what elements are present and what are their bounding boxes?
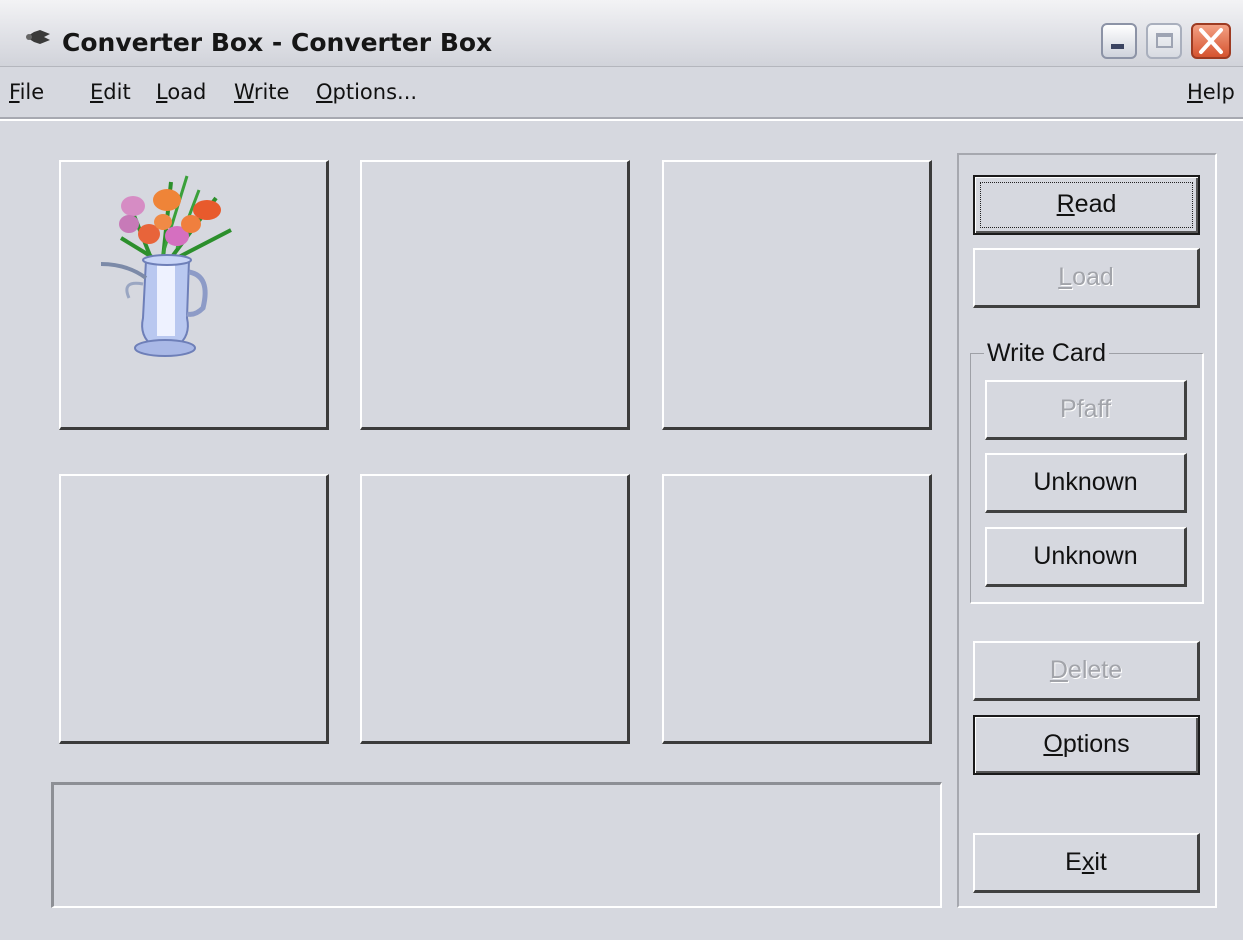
delete-accel: D: [1049, 656, 1068, 684]
menu-load-accel: L: [156, 80, 168, 104]
load-button[interactable]: Load: [973, 248, 1200, 308]
minimize-button[interactable]: [1101, 23, 1137, 59]
menu-bar: File Edit Load Write Options... Help: [0, 67, 1243, 119]
menu-write[interactable]: Write: [234, 80, 289, 104]
title-bar[interactable]: Converter Box - Converter Box: [0, 0, 1243, 67]
read-button[interactable]: Read: [973, 175, 1200, 235]
design-slot-6[interactable]: [662, 474, 932, 744]
pfaff-button[interactable]: Pfaff: [985, 380, 1187, 440]
menu-help[interactable]: Help: [1187, 80, 1235, 104]
menu-file-accel: F: [9, 80, 20, 104]
menu-load-label: oad: [167, 80, 207, 104]
menu-file[interactable]: File: [9, 80, 44, 104]
pfaff-label: Pfaff: [1060, 395, 1111, 423]
options-button[interactable]: Options: [973, 715, 1200, 775]
menu-help-accel: H: [1187, 80, 1203, 104]
flower-vase-icon: [100, 175, 232, 357]
unknown-2-label: Unknown: [1033, 542, 1138, 570]
close-button[interactable]: [1191, 23, 1231, 59]
converter-box-window: Converter Box - Converter Box File Edit …: [0, 0, 1243, 943]
menu-load[interactable]: Load: [156, 80, 206, 104]
menu-edit-label: dit: [103, 80, 131, 104]
load-label: oad: [1072, 263, 1114, 291]
design-slot-1[interactable]: [59, 160, 329, 430]
menu-write-label: rite: [253, 80, 290, 104]
design-slot-2[interactable]: [360, 160, 630, 430]
exit-button[interactable]: Exit: [973, 833, 1200, 893]
maximize-icon: [1156, 33, 1173, 48]
exit-label-start: E: [1065, 848, 1082, 876]
unknown-button-2[interactable]: Unknown: [985, 527, 1187, 587]
unknown-button-1[interactable]: Unknown: [985, 453, 1187, 513]
design-slot-4[interactable]: [59, 474, 329, 744]
menu-help-label: elp: [1202, 80, 1235, 104]
delete-label: elete: [1067, 656, 1123, 684]
window-title: Converter Box - Converter Box: [62, 28, 493, 57]
exit-accel: x: [1081, 848, 1095, 876]
options-accel: O: [1043, 730, 1063, 758]
menu-edit[interactable]: Edit: [90, 80, 131, 104]
design-slot-5[interactable]: [360, 474, 630, 744]
menu-options-label: ptions...: [332, 80, 418, 104]
menu-edit-accel: E: [90, 80, 104, 104]
menu-options-accel: O: [316, 80, 333, 104]
options-label: ptions: [1062, 730, 1130, 758]
menu-options[interactable]: Options...: [316, 80, 417, 104]
focus-rect: [980, 182, 1193, 228]
exit-label-end: it: [1094, 848, 1107, 876]
menu-file-label: ile: [19, 80, 45, 104]
status-box: [51, 782, 942, 908]
delete-button[interactable]: Delete: [973, 641, 1200, 701]
minimize-icon: [1111, 44, 1124, 49]
unknown-1-label: Unknown: [1033, 468, 1138, 496]
menu-write-accel: W: [234, 80, 254, 104]
close-icon: [1199, 28, 1223, 54]
design-slot-3[interactable]: [662, 160, 932, 430]
write-card-label: Write Card: [984, 339, 1110, 368]
maximize-button[interactable]: [1146, 23, 1182, 59]
load-accel: L: [1058, 263, 1073, 291]
mouse-icon: [26, 30, 50, 44]
